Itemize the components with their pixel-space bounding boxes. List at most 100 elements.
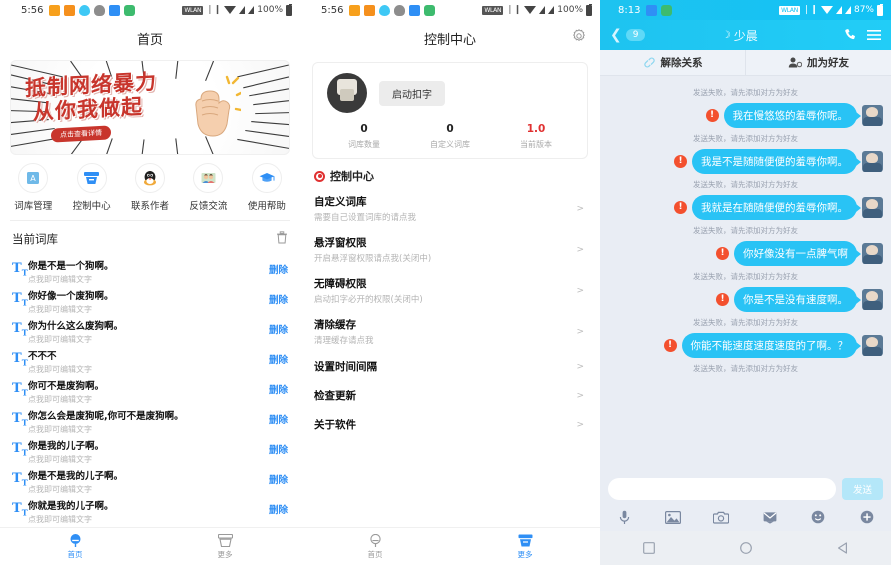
delete-button[interactable]: 删除: [269, 262, 288, 276]
trash-icon[interactable]: [276, 229, 288, 248]
word-text-block: 不不不 点我即可编辑文字: [28, 344, 263, 375]
avatar[interactable]: [862, 105, 883, 126]
vibrate-icon: ❘❙: [206, 5, 222, 15]
promo-banner[interactable]: 抵制网络暴力 从你我做起 点击查看详情: [10, 60, 290, 155]
delete-button[interactable]: 删除: [269, 292, 288, 306]
send-button[interactable]: 发送: [841, 478, 883, 500]
fist-illustration: [195, 75, 241, 137]
settings-title: 自定义词库: [314, 196, 367, 208]
send-failed-icon[interactable]: !: [716, 293, 729, 306]
feedback-people-icon: [193, 163, 224, 193]
word-row[interactable]: TT 你怎么会是废狗呢,你可不是废狗啊。 点我即可编辑文字 删除: [0, 404, 300, 434]
avatar[interactable]: [862, 243, 883, 264]
back-button[interactable]: ❮ 9: [610, 27, 646, 43]
settings-row[interactable]: 悬浮窗权限 开启悬浮窗权限请点我(关闭中) >: [300, 229, 600, 270]
tab-home[interactable]: 首页: [0, 528, 150, 565]
avatar[interactable]: [862, 289, 883, 310]
word-hint: 点我即可编辑文字: [28, 514, 92, 524]
message-bubble[interactable]: 你是不是没有速度啊。: [734, 287, 861, 312]
delete-button[interactable]: 删除: [269, 442, 288, 456]
message-bubble[interactable]: 我在慢悠悠的羞辱你呢。: [723, 103, 861, 128]
plus-icon[interactable]: [843, 510, 891, 524]
quick-action-label: 使用帮助: [247, 201, 286, 212]
avatar[interactable]: [862, 335, 883, 356]
battery-icon: [286, 3, 292, 16]
camera-icon[interactable]: [697, 511, 746, 524]
envelope-icon[interactable]: [746, 511, 795, 524]
settings-title: 设置时间间隔: [314, 361, 377, 373]
delete-button[interactable]: 删除: [269, 382, 288, 396]
word-row[interactable]: TT 你是不是我的儿子啊。 点我即可编辑文字 删除: [0, 464, 300, 494]
remove-relationship-button[interactable]: 解除关系: [600, 50, 745, 75]
delete-button[interactable]: 删除: [269, 352, 288, 366]
word-row[interactable]: TT 你好像一个废狗啊。 点我即可编辑文字 删除: [0, 284, 300, 314]
delete-button[interactable]: 删除: [269, 322, 288, 336]
emoji-icon[interactable]: [794, 510, 843, 524]
message-row: ! 我是不是随随便便的羞辱你啊。: [608, 149, 883, 174]
send-failed-icon[interactable]: !: [705, 109, 719, 122]
send-failed-icon[interactable]: !: [674, 201, 687, 214]
delete-button[interactable]: 删除: [269, 472, 288, 486]
chat-input-bar: 发送: [600, 475, 891, 503]
hamburger-menu-icon[interactable]: [867, 26, 881, 45]
message-row: ! 你能不能速度速度速度的了啊。？: [608, 333, 883, 358]
signal-icon-2: [548, 6, 555, 14]
panel-home: 5:56 WLAN ❘❙ 100% 首页 抵制网络暴力 从你我做起 点击查看详情…: [0, 0, 300, 565]
tab-more[interactable]: 更多: [150, 528, 300, 565]
wifi-icon: [820, 6, 833, 14]
message-bubble[interactable]: 我是不是随随便便的羞辱你啊。: [692, 149, 861, 174]
delete-button[interactable]: 删除: [269, 502, 288, 516]
delete-button[interactable]: 删除: [269, 412, 288, 426]
system-note: 发送失败，请先添加对方为好友: [693, 364, 798, 373]
word-row[interactable]: TT 不不不 点我即可编辑文字 删除: [0, 344, 300, 374]
quick-action-feedback[interactable]: 反馈交流: [179, 163, 237, 212]
send-failed-icon[interactable]: !: [674, 155, 687, 168]
message-bubble[interactable]: 我就是在随随便便的羞辱你啊。: [692, 195, 861, 220]
quick-action-contact-author[interactable]: 联系作者: [121, 163, 179, 212]
wlan-badge: WLAN: [182, 5, 204, 15]
word-row[interactable]: TT 你是不是一个狗啊。 点我即可编辑文字 删除: [0, 254, 300, 284]
phone-icon[interactable]: [844, 26, 857, 45]
quick-action-library[interactable]: A 词库管理: [4, 163, 62, 212]
avatar[interactable]: [862, 151, 883, 172]
word-row[interactable]: TT 你可不是废狗啊。 点我即可编辑文字 删除: [0, 374, 300, 404]
image-icon[interactable]: [649, 510, 698, 524]
relationship-action-bar: 解除关系 加为好友: [600, 50, 891, 76]
add-friend-icon: [788, 57, 802, 68]
start-typing-button[interactable]: 启动扣字: [379, 80, 445, 106]
settings-row[interactable]: 检查更新 >: [300, 381, 600, 410]
word-row[interactable]: TT 你就是我的儿子啊。 点我即可编辑文字 删除: [0, 494, 300, 524]
settings-row[interactable]: 自定义词库 需要自己设置词库的请点我 >: [300, 188, 600, 229]
back-triangle-icon[interactable]: [794, 542, 891, 554]
word-row[interactable]: TT 你是我的儿子啊。 点我即可编辑文字 删除: [0, 434, 300, 464]
recents-square-icon[interactable]: [600, 542, 697, 554]
settings-list: 自定义词库 需要自己设置词库的请点我 > 悬浮窗权限 开启悬浮窗权限请点我(关闭中) > 无…: [300, 188, 600, 439]
message-input[interactable]: [608, 478, 836, 500]
add-friend-button[interactable]: 加为好友: [745, 50, 891, 75]
stat-value: 1.0: [526, 123, 546, 135]
moon-icon: ☽: [721, 29, 731, 41]
settings-row[interactable]: 清除缓存 清理缓存请点我 >: [300, 311, 600, 352]
send-failed-icon[interactable]: !: [663, 339, 677, 352]
word-row[interactable]: TT 你为什么这么废狗啊。 点我即可编辑文字 删除: [0, 314, 300, 344]
banner-detail-button[interactable]: 点击查看详情: [51, 125, 111, 143]
home-circle-icon[interactable]: [697, 542, 794, 554]
gear-icon[interactable]: [572, 29, 586, 47]
word-text-block: 你就是我的儿子啊。 点我即可编辑文字: [28, 494, 263, 525]
settings-row[interactable]: 关于软件 >: [300, 410, 600, 439]
avatar[interactable]: [862, 197, 883, 218]
message-bubble[interactable]: 你好像没有一点脾气啊: [734, 241, 861, 266]
message-bubble[interactable]: 你能不能速度速度速度的了啊。？: [681, 333, 861, 358]
profile-stats: 0 词库数量 0 自定义词库 1.0 当前版本: [321, 123, 579, 150]
send-failed-icon[interactable]: !: [716, 247, 729, 260]
quick-action-help[interactable]: 使用帮助: [238, 163, 296, 212]
tab-home[interactable]: 首页: [300, 528, 450, 565]
microphone-icon[interactable]: [600, 510, 649, 525]
broken-link-icon: [643, 57, 655, 68]
tab-more[interactable]: 更多: [450, 528, 600, 565]
avatar[interactable]: [327, 73, 367, 113]
chat-header: ❮ 9 ☽ 少晨: [600, 20, 891, 50]
settings-row[interactable]: 设置时间间隔 >: [300, 352, 600, 381]
settings-row[interactable]: 无障碍权限 启动扣字必开的权限(关闭中) >: [300, 270, 600, 311]
quick-action-control-center[interactable]: 控制中心: [62, 163, 120, 212]
